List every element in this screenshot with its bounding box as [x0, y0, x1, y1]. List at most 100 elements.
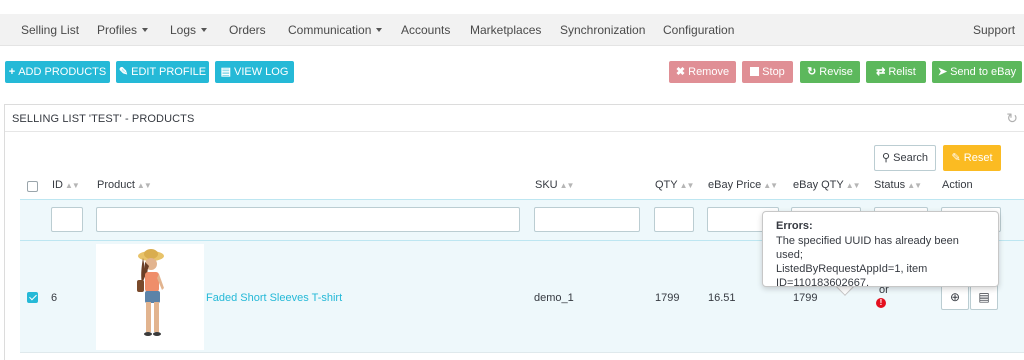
button-label: Remove — [688, 66, 730, 78]
nav-support[interactable]: Support — [973, 23, 1015, 37]
top-nav: Selling List Profiles Logs Orders Commun… — [0, 14, 1024, 46]
nav-label: Selling List — [21, 23, 80, 37]
revise-button[interactable]: ↻ Revise — [800, 61, 860, 83]
chevron-down-icon — [376, 28, 383, 32]
product-thumbnail[interactable] — [96, 244, 204, 350]
row-ebay-qty: 1799 — [793, 292, 818, 304]
plus-icon: + — [8, 66, 16, 78]
tooltip-line: The specified UUID has already been used… — [776, 235, 959, 261]
header-label: SKU — [535, 179, 558, 191]
nav-label: Synchronization — [560, 23, 646, 37]
remove-button[interactable]: ✖ Remove — [669, 61, 736, 83]
nav-label: Accounts — [401, 23, 451, 37]
send-to-ebay-button[interactable]: ➤ Send to eBay — [932, 61, 1022, 83]
sort-icon[interactable]: ▲▼ — [137, 181, 152, 190]
filter-sku-input[interactable] — [534, 207, 640, 232]
button-label: EDIT PROFILE — [131, 66, 207, 78]
product-name-link[interactable]: Faded Short Sleeves T-shirt — [206, 292, 342, 304]
nav-profiles[interactable]: Profiles — [97, 23, 149, 37]
share-icon: ➤ — [937, 66, 948, 78]
zoom-icon: ⊕ — [949, 290, 961, 304]
chevron-down-icon — [201, 28, 208, 32]
header-label: Product — [97, 179, 135, 191]
list-icon: ▤ — [220, 66, 231, 78]
stop-icon — [750, 67, 760, 76]
view-log-button[interactable]: ▤ VIEW LOG — [215, 61, 294, 83]
relist-icon: ⇄ — [876, 66, 886, 78]
refresh-icon[interactable]: ↻ — [1006, 110, 1018, 127]
col-header-ebay-qty[interactable]: eBay QTY ▲▼ — [793, 179, 861, 191]
close-icon: ✖ — [675, 66, 686, 78]
button-label: Reset — [963, 152, 993, 164]
sort-icon[interactable]: ▲▼ — [560, 181, 575, 190]
header-label: ID — [52, 179, 63, 191]
refresh-icon: ↻ — [807, 66, 817, 78]
error-tooltip: Errors: The specified UUID has already b… — [762, 211, 999, 289]
button-label: Send to eBay — [950, 66, 1017, 78]
row-checkbox[interactable] — [27, 292, 38, 303]
tooltip-line: ID=110183602667. — [776, 277, 870, 289]
stop-button[interactable]: Stop — [742, 61, 793, 83]
add-products-button[interactable]: + ADD PRODUCTS — [5, 61, 110, 83]
nav-label: Marketplaces — [470, 23, 542, 37]
row-qty: 1799 — [655, 292, 680, 304]
nav-label: Support — [973, 23, 1016, 37]
nav-label: Orders — [229, 23, 266, 37]
sort-icon[interactable]: ▲▼ — [763, 181, 778, 190]
col-header-product[interactable]: Product ▲▼ — [97, 179, 152, 191]
nav-label: Configuration — [663, 23, 735, 37]
button-label: Relist — [888, 66, 916, 78]
col-header-action: Action — [942, 179, 973, 191]
filter-id-input[interactable] — [51, 207, 83, 232]
header-label: Status — [874, 179, 906, 191]
panel-title: SELLING LIST 'TEST' - PRODUCTS — [12, 113, 195, 125]
nav-configuration[interactable]: Configuration — [663, 23, 734, 37]
panel-header: SELLING LIST 'TEST' - PRODUCTS ↻ — [5, 105, 1024, 132]
nav-orders[interactable]: Orders — [229, 23, 266, 37]
col-header-status[interactable]: Status ▲▼ — [874, 179, 922, 191]
eraser-icon: ✎ — [951, 152, 961, 164]
edit-icon: ✎ — [118, 66, 129, 78]
button-label: ADD PRODUCTS — [18, 66, 107, 78]
nav-label: Profiles — [97, 23, 138, 37]
sort-icon[interactable]: ▲▼ — [680, 181, 695, 190]
search-icon: ⚲ — [882, 152, 891, 164]
select-all-checkbox[interactable] — [27, 181, 38, 192]
header-label: eBay Price — [708, 179, 762, 191]
chevron-down-icon — [142, 28, 149, 32]
nav-logs[interactable]: Logs — [170, 23, 208, 37]
button-label: VIEW LOG — [234, 66, 289, 78]
nav-accounts[interactable]: Accounts — [401, 23, 450, 37]
error-icon[interactable]: ! — [876, 298, 886, 308]
nav-selling-list[interactable]: Selling List — [21, 23, 79, 37]
reset-button[interactable]: ✎ Reset — [943, 145, 1001, 171]
button-label: Revise — [819, 66, 853, 78]
search-button[interactable]: ⚲ Search — [874, 145, 936, 171]
row-id: 6 — [51, 292, 58, 304]
button-label: Search — [893, 152, 928, 164]
nav-synchronization[interactable]: Synchronization — [560, 23, 645, 37]
filter-product-input[interactable] — [96, 207, 520, 232]
col-header-qty[interactable]: QTY ▲▼ — [655, 179, 695, 191]
edit-profile-button[interactable]: ✎ EDIT PROFILE — [116, 61, 209, 83]
header-label: eBay QTY — [793, 179, 844, 191]
tooltip-title: Errors: — [776, 220, 813, 232]
button-label: Stop — [762, 66, 785, 78]
relist-button[interactable]: ⇄ Relist — [866, 61, 926, 83]
nav-label: Logs — [170, 23, 197, 37]
tooltip-line: ListedByRequestAppId=1, item — [776, 263, 928, 275]
row-sku: demo_1 — [534, 292, 574, 304]
row-ebay-price: 16.51 — [708, 292, 736, 304]
col-header-ebay-price[interactable]: eBay Price ▲▼ — [708, 179, 778, 191]
sort-icon[interactable]: ▲▼ — [907, 181, 922, 190]
col-header-id[interactable]: ID ▲▼ — [52, 179, 80, 191]
header-label: QTY — [655, 179, 678, 191]
filter-qty-input[interactable] — [654, 207, 694, 232]
list-icon: ▤ — [978, 290, 990, 304]
sort-icon[interactable]: ▲▼ — [65, 181, 80, 190]
nav-label: Communication — [288, 23, 372, 37]
sort-icon[interactable]: ▲▼ — [846, 181, 861, 190]
col-header-sku[interactable]: SKU ▲▼ — [535, 179, 575, 191]
nav-communication[interactable]: Communication — [288, 23, 383, 37]
nav-marketplaces[interactable]: Marketplaces — [470, 23, 541, 37]
